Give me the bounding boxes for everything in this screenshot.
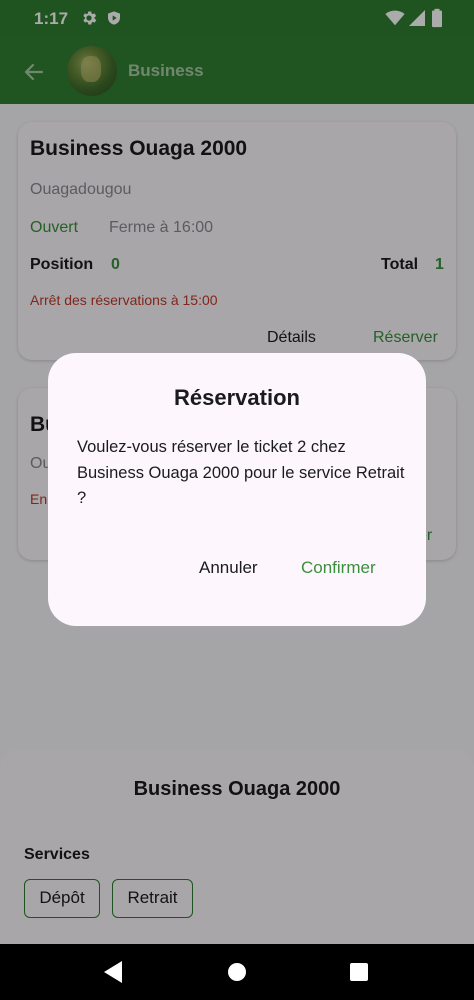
nav-back-icon[interactable]: [104, 961, 122, 983]
reservation-dialog: Réservation Voulez-vous réserver le tick…: [48, 353, 426, 626]
system-nav-bar: [0, 944, 474, 1000]
dialog-title: Réservation: [174, 385, 300, 410]
nav-home-icon[interactable]: [228, 963, 246, 981]
cancel-button[interactable]: Annuler: [199, 558, 258, 578]
confirm-button[interactable]: Confirmer: [301, 558, 376, 578]
nav-recents-icon[interactable]: [350, 963, 368, 981]
dialog-message: Voulez-vous réserver le ticket 2 chez Bu…: [77, 438, 405, 507]
